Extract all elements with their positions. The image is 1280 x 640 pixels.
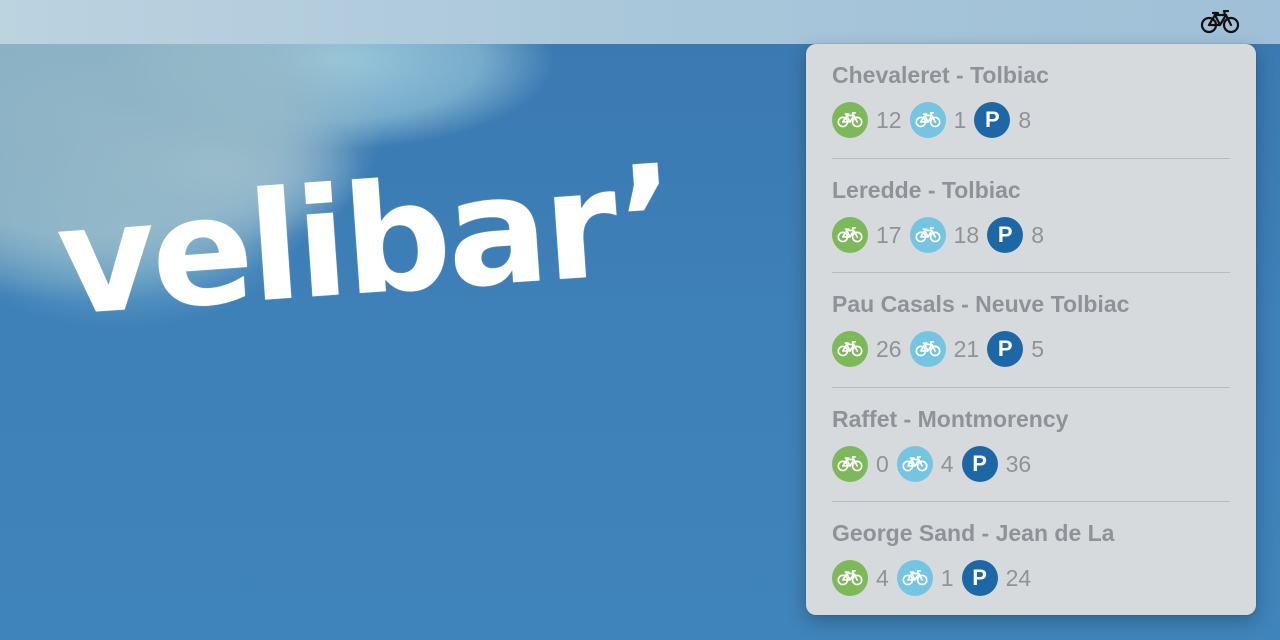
station-row[interactable]: Chevaleret - Tolbiac 12 1 P 8	[832, 44, 1230, 159]
station-row[interactable]: George Sand - Jean de La 4 1 P 24	[832, 502, 1230, 617]
parking-icon: P	[961, 445, 998, 482]
station-counts: 17 18 P 8	[832, 216, 1230, 254]
bicycle-icon	[1200, 10, 1240, 34]
station-name: Raffet - Montmorency	[832, 405, 1069, 432]
parking-icon: P	[974, 102, 1011, 138]
station-name: Chevaleret - Tolbiac	[832, 62, 1049, 88]
station-name: Leredde - Tolbiac	[832, 176, 1021, 203]
station-name: George Sand - Jean de La	[832, 520, 1115, 547]
mechanical-bike-icon	[832, 331, 868, 368]
station-counts: 0 4 P 36	[832, 445, 1230, 483]
electric-bike-icon	[896, 560, 933, 597]
electric-bike-icon	[896, 445, 933, 482]
parking-count: 8	[1031, 221, 1044, 248]
parking-count: 8	[1018, 107, 1032, 133]
electric-count: 18	[953, 221, 980, 248]
electric-bike-icon	[909, 216, 946, 253]
electric-count: 4	[940, 450, 954, 477]
mechanical-bike-icon	[832, 216, 868, 253]
parking-icon: P	[987, 331, 1024, 368]
station-row[interactable]: Leredde - Tolbiac 17 18 P 8	[832, 159, 1230, 274]
electric-count: 21	[953, 336, 980, 363]
mechanical-bike-icon	[832, 445, 868, 482]
station-row[interactable]: Raffet - Montmorency 0 4 P 36	[832, 388, 1230, 503]
parking-icon: P	[961, 560, 998, 597]
velibar-logo: velibar’	[51, 133, 679, 350]
electric-count: 1	[953, 107, 967, 133]
menubar-bicycle-button[interactable]	[1198, 8, 1242, 36]
station-name: Pau Casals - Neuve Tolbiac	[832, 291, 1130, 318]
parking-count: 36	[1005, 450, 1032, 477]
station-counts: 12 1 P 8	[832, 101, 1230, 139]
station-row[interactable]: Pau Casals - Neuve Tolbiac 26 21 P 5	[832, 273, 1230, 388]
parking-icon: P	[987, 216, 1024, 253]
electric-count: 1	[940, 565, 954, 592]
mechanical-count: 17	[876, 221, 902, 248]
mechanical-count: 12	[876, 107, 902, 133]
mechanical-count: 0	[876, 450, 889, 477]
menu-bar	[0, 0, 1280, 44]
mechanical-bike-icon	[832, 102, 868, 138]
parking-count: 5	[1031, 336, 1044, 363]
stations-popover: Chevaleret - Tolbiac 12 1 P 8 Leredde - …	[806, 44, 1256, 615]
parking-count: 24	[1005, 565, 1032, 592]
station-counts: 26 21 P 5	[832, 330, 1230, 368]
mechanical-count: 26	[876, 336, 902, 363]
mechanical-count: 4	[876, 565, 889, 592]
electric-bike-icon	[909, 331, 946, 368]
mechanical-bike-icon	[832, 560, 868, 597]
station-counts: 4 1 P 24	[832, 559, 1230, 597]
electric-bike-icon	[909, 102, 946, 138]
